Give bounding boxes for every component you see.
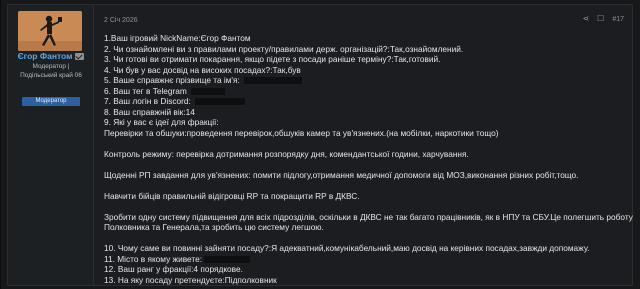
answer-line: 9. Які у вас є ідеї для фракції: (104, 117, 219, 127)
user-badge: Модератор (22, 97, 80, 106)
user-title-line2: Подільський край 06 (20, 72, 82, 79)
answer-label: 5. Ваше справжнє прізвище та ім'я: (104, 75, 240, 85)
answer-line-redacted: 7. Ваш логін в Discord: (104, 96, 624, 107)
answer-line: 1.Ваш ігровий NickName:Єгор Фантом (104, 33, 251, 43)
mail-icon[interactable] (75, 52, 85, 60)
redaction-bar (190, 87, 225, 95)
user-info-panel: Єгор Фантом Модератор | Подільський край… (8, 5, 94, 285)
page-frame: Єгор Фантом Модератор | Подільський край… (0, 0, 640, 289)
post-date[interactable]: 2 Січ 2026 (104, 17, 138, 24)
redaction-bar (243, 77, 302, 85)
user-title-line1: Модератор | (32, 63, 70, 70)
answer-line: Контроль режиму: перевірка дотримання ро… (104, 148, 469, 159)
answer-line: 13. На яку посаду претендуєте:Підполковн… (104, 274, 277, 285)
post-content: 1.Ваш ігровий NickName:Єгор Фантом 2. Чи… (104, 33, 633, 285)
answer-line: Зробити одну систему підвищення для всіх… (104, 211, 633, 222)
user-title: Модератор | Подільський край 06 (8, 62, 94, 80)
answer-line: 2. Чи ознайомлені ви з правилами проекту… (104, 43, 464, 54)
post-number[interactable]: #17 (612, 16, 624, 23)
username-link[interactable]: Єгор Фантом (18, 51, 73, 61)
answer-line: 10. Чому саме ви повинні зайняти посаду?… (104, 243, 590, 253)
answer-line-redacted: 6. Ваш тег в Telegram (104, 86, 624, 97)
answer-line-redacted: 11. Місто в якому живете: (104, 254, 624, 265)
answer-line: Полковника та Генерала,та зробить цю сис… (104, 222, 324, 232)
user-avatar[interactable] (18, 11, 82, 51)
answer-line: Перевірки та обшуки:проведення перевірок… (104, 127, 499, 138)
answer-line-redacted: 5. Ваше справжнє прізвище та ім'я: (104, 75, 624, 86)
redaction-bar (204, 255, 251, 263)
answer-line: 8. Ваш справжній вік:14 (104, 106, 195, 117)
post-actions: ⋖ ☐ #17 (582, 15, 624, 23)
answer-label: 7. Ваш логін в Discord: (104, 96, 191, 106)
answer-label: 6. Ваш тег в Telegram (104, 85, 187, 96)
bookmark-icon[interactable]: ☐ (597, 15, 604, 23)
answer-line: Щоденні РП завдання для ув'язнених: поми… (104, 169, 579, 180)
username-row: Єгор Фантом (8, 51, 94, 61)
answer-line: 12. Ваш ранг у фракції:4 порядкове. (104, 264, 243, 274)
answer-line: Навчити бійців правильній відігровці RP … (104, 190, 360, 201)
redaction-bar (194, 98, 245, 106)
share-icon[interactable]: ⋖ (582, 15, 589, 23)
answer-label: 11. Місто в якому живете: (104, 253, 203, 264)
answer-line: 3. Чи готові ви отримати покарання, якщо… (104, 54, 441, 64)
forum-post: Єгор Фантом Модератор | Подільський край… (7, 4, 633, 286)
answer-line: 4. Чи був у вас досвід на високих посада… (104, 64, 301, 75)
